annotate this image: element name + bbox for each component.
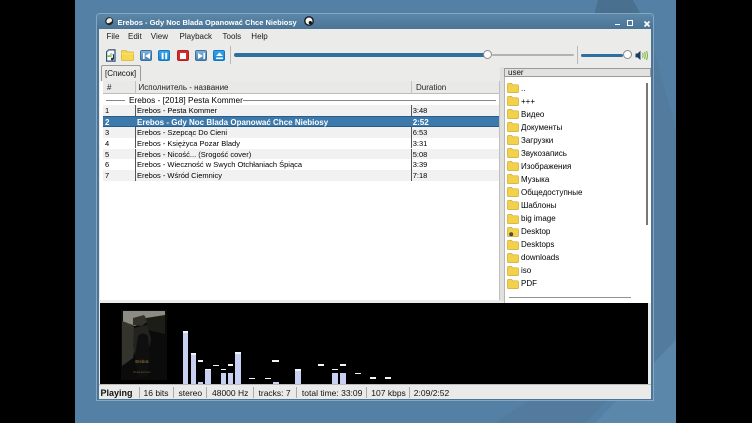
svg-text:Erebos: Erebos bbox=[135, 359, 148, 364]
svg-text:Pesta Kommer: Pesta Kommer bbox=[133, 370, 150, 374]
